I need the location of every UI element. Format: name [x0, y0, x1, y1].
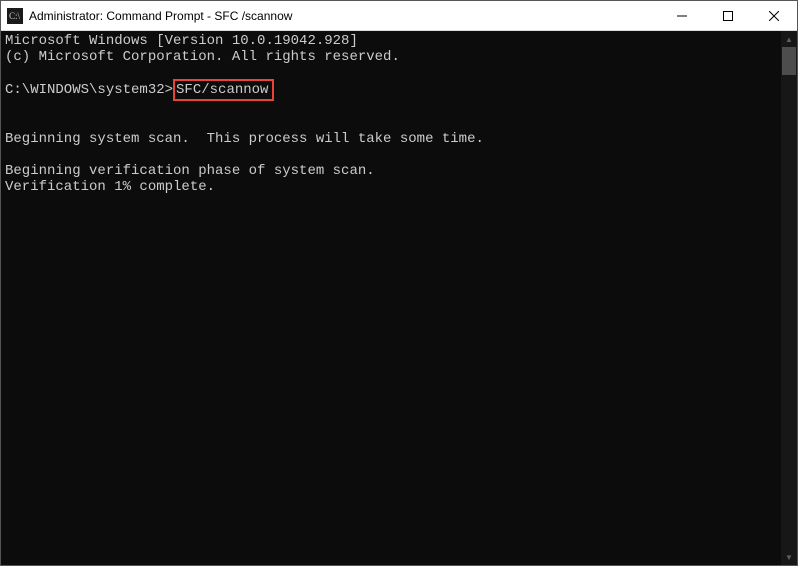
console-line: Verification 1% complete. — [5, 179, 215, 195]
console-line: Beginning system scan. This process will… — [5, 131, 484, 147]
maximize-button[interactable] — [705, 1, 751, 30]
minimize-button[interactable] — [659, 1, 705, 30]
command-highlight: SFC/scannow — [173, 79, 274, 101]
vertical-scrollbar[interactable]: ▲ ▼ — [781, 31, 797, 565]
scroll-thumb[interactable] — [782, 47, 796, 75]
console-line: (c) Microsoft Corporation. All rights re… — [5, 49, 400, 65]
scroll-up-arrow-icon[interactable]: ▲ — [781, 31, 797, 47]
console-line: Beginning verification phase of system s… — [5, 163, 375, 179]
cmd-icon: C:\ — [7, 8, 23, 24]
scroll-down-arrow-icon[interactable]: ▼ — [781, 549, 797, 565]
prompt-path: C:\WINDOWS\system32> — [5, 82, 173, 98]
console-output[interactable]: Microsoft Windows [Version 10.0.19042.92… — [1, 31, 781, 565]
command-prompt-window: C:\ Administrator: Command Prompt - SFC … — [0, 0, 798, 566]
console-area: Microsoft Windows [Version 10.0.19042.92… — [1, 31, 797, 565]
close-button[interactable] — [751, 1, 797, 30]
titlebar[interactable]: C:\ Administrator: Command Prompt - SFC … — [1, 1, 797, 31]
window-title: Administrator: Command Prompt - SFC /sca… — [29, 9, 659, 23]
typed-command: SFC/scannow — [176, 82, 268, 98]
svg-text:C:\: C:\ — [9, 11, 21, 21]
window-controls — [659, 1, 797, 30]
prompt-line: C:\WINDOWS\system32>SFC/scannow — [5, 81, 777, 99]
console-line: Microsoft Windows [Version 10.0.19042.92… — [5, 33, 358, 49]
